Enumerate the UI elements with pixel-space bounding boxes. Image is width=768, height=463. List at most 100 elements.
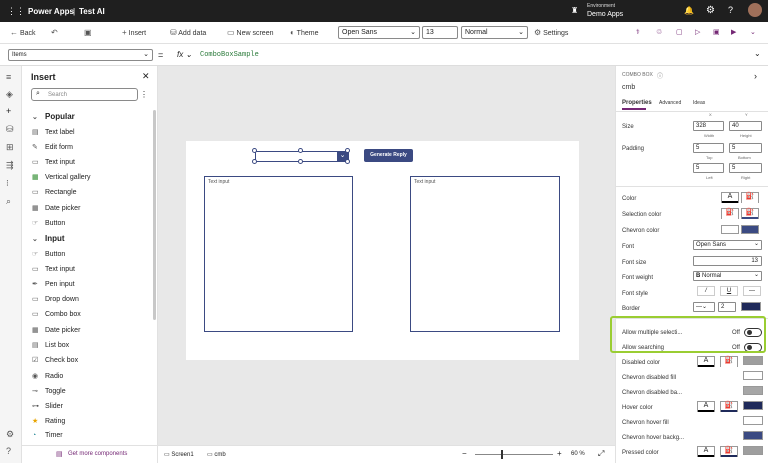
waffle-icon[interactable]: ⋮⋮ [7,6,25,17]
list-item[interactable]: ▤ List box [32,341,69,349]
list-item[interactable]: ◉ Radio [32,372,63,380]
selection-text-color-picker[interactable]: ⛽ [721,208,739,219]
hover-border-color-picker[interactable] [743,401,763,410]
control-tab[interactable]: ▭ cmb [207,451,226,458]
avatar[interactable] [748,3,762,17]
notification-icon[interactable]: 🔔 [684,6,694,15]
pressed-border-color-picker[interactable] [743,446,763,455]
power-automate-icon[interactable]: ⇶ [6,160,14,171]
selection-handle[interactable] [345,159,350,164]
category-input[interactable]: ⌄ Input [32,234,65,243]
list-item[interactable]: ✒ Pen input [32,280,75,288]
play-icon[interactable]: ▶ [731,28,736,36]
zoom-out-button[interactable]: − [462,449,467,458]
close-icon[interactable]: ✕ [142,71,150,82]
underline-button[interactable]: U [720,286,738,296]
text-input-left[interactable]: Text input [204,176,353,332]
tab-ideas[interactable]: Ideas [693,100,705,106]
variables-icon[interactable]: ⁝ [6,178,9,189]
comment-icon[interactable]: ▢ [676,28,683,36]
layers-icon[interactable]: ◈ [6,89,13,100]
padding-left-input[interactable]: 5 [693,163,724,173]
strikethrough-button[interactable]: — [743,286,761,296]
text-color-picker[interactable]: A [721,192,739,203]
chevron-fill-color-picker[interactable] [741,225,759,234]
preview-icon[interactable]: ▷ [695,28,700,36]
data-icon[interactable]: ⛁ [6,124,14,135]
undo-button[interactable]: ↶ [51,28,58,37]
theme-button[interactable]: ◐ Theme [290,28,318,37]
border-width-input[interactable]: 2 [718,302,736,312]
chevron-hover-bg-picker[interactable] [743,431,763,440]
save-button[interactable]: ▣ [84,28,92,37]
list-item[interactable]: ☑ Check box [32,356,78,364]
share-icon[interactable]: ♲ [656,28,662,36]
settings-icon[interactable]: ⚙ [6,429,14,440]
selection-handle[interactable] [345,148,350,153]
search-icon[interactable]: ⌕ [6,196,11,207]
chevron-hover-fill-picker[interactable] [743,416,763,425]
fx-button[interactable]: fx ⌄ [177,50,192,59]
disabled-border-color-picker[interactable] [743,356,763,365]
gear-icon[interactable]: ⚙ [706,5,715,16]
formula-input[interactable]: ComboBoxSample [200,51,259,59]
tab-advanced[interactable]: Advanced [659,100,681,106]
media-icon[interactable]: ⊞ [6,142,14,153]
chevron-text-color-picker[interactable] [721,225,739,234]
disabled-fill-color-picker[interactable]: ⛽ [720,356,738,367]
chevron-down-icon[interactable]: ⌄ [750,28,756,36]
padding-top-input[interactable]: 5 [693,143,724,153]
list-item[interactable]: ⊸ Toggle [32,387,66,395]
info-icon[interactable]: ⓘ [657,71,663,80]
help-icon[interactable]: ? [6,446,11,456]
screen-tab[interactable]: ▭ Screen1 [164,451,194,458]
add-data-button[interactable]: ⛁ Add data [170,28,206,37]
back-button[interactable]: ← Back [10,28,36,37]
get-more-components-link[interactable]: ▤ Get more components [22,445,157,463]
list-item[interactable]: ▭ Rectangle [32,188,77,196]
selection-handle[interactable] [298,148,303,153]
padding-bottom-input[interactable]: 5 [729,143,762,153]
list-item[interactable]: ☞ Button [32,219,65,227]
pressed-fill-color-picker[interactable]: ⛽ [720,446,738,457]
settings-button[interactable]: ⚙ Settings [534,28,568,37]
list-item[interactable]: ▭ Drop down [32,295,79,303]
font-select[interactable]: Open Sans ⌄ [338,26,420,39]
list-item[interactable]: ☞ Button [32,250,65,258]
expand-formula-icon[interactable]: ⌄ [754,49,761,58]
chevron-disabled-bg-picker[interactable] [743,386,763,395]
font-weight-select[interactable]: B Normal ⌄ [693,271,762,281]
category-popular[interactable]: ⌄ Popular [32,112,75,121]
list-item[interactable]: ▦ Vertical gallery [32,173,91,181]
fill-color-picker[interactable]: ⛽ [741,192,759,203]
insert-button[interactable]: + Insert [122,28,146,37]
selection-fill-color-picker[interactable]: ⛽ [741,208,759,219]
chevron-right-icon[interactable]: › [754,71,757,81]
search-input[interactable]: ⌕ Search [31,88,138,101]
list-item[interactable]: ✎ Edit form [32,143,73,151]
menu-icon[interactable]: ≡ [6,72,11,82]
width-input[interactable]: 328 [693,121,724,131]
new-screen-button[interactable]: ▭ New screen [227,28,273,37]
list-item[interactable]: ▭ Text input [32,158,75,166]
padding-right-input[interactable]: 5 [729,163,762,173]
font-size-input[interactable]: 13 [422,26,458,39]
hover-text-color-picker[interactable]: A [697,401,715,412]
hover-fill-color-picker[interactable]: ⛽ [720,401,738,412]
list-item[interactable]: ▤ Text label [32,128,75,136]
panel-scrollbar[interactable] [153,110,156,320]
property-select[interactable]: Items ⌄ [8,49,153,61]
chevron-disabled-fill-picker[interactable] [743,371,763,380]
tab-properties[interactable]: Properties [622,100,652,106]
generate-reply-button[interactable]: Generate Reply [364,149,413,162]
font-select[interactable]: Open Sans ⌄ [693,240,762,250]
list-item[interactable]: ▦ Date picker [32,326,80,334]
zoom-slider[interactable] [475,450,553,459]
border-style-select[interactable]: —⌄ [693,302,715,312]
list-item[interactable]: ⊶ Slider [32,402,63,410]
text-input-right[interactable]: Text input [410,176,560,332]
list-item[interactable]: ★ Rating [32,417,65,425]
border-color-picker[interactable] [741,302,761,311]
selection-handle[interactable] [252,148,257,153]
zoom-in-button[interactable]: + [557,449,562,458]
